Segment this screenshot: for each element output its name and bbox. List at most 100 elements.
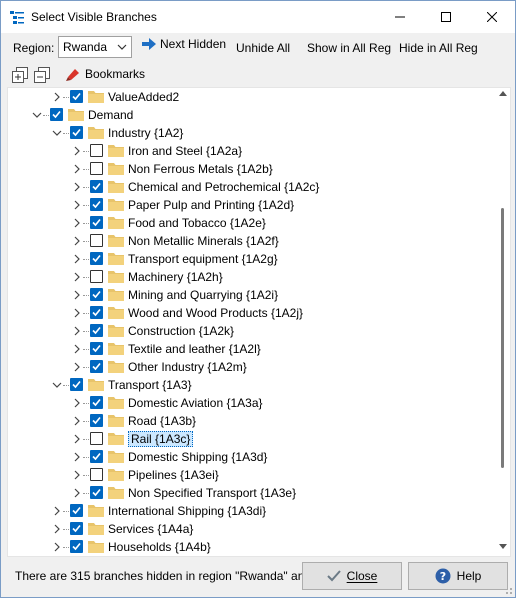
branch-checkbox[interactable] (70, 540, 83, 553)
tree-row[interactable]: ValueAdded2 (8, 88, 498, 106)
expand-arrow-right-icon[interactable] (72, 362, 82, 372)
tree-row[interactable]: Demand (8, 106, 498, 124)
branch-checkbox[interactable] (90, 324, 103, 337)
close-window-button[interactable] (469, 1, 515, 33)
branch-checkbox[interactable] (90, 396, 103, 409)
vertical-scrollbar[interactable] (496, 88, 510, 556)
help-button[interactable]: ? Help (408, 562, 508, 590)
tree-row[interactable]: Domestic Shipping {1A3d} (8, 448, 498, 466)
expand-arrow-right-icon[interactable] (52, 506, 62, 516)
branch-checkbox[interactable] (90, 288, 103, 301)
tree-row[interactable]: Rail {1A3c} (8, 430, 498, 448)
branch-checkbox[interactable] (90, 216, 103, 229)
scrollbar-thumb[interactable] (501, 208, 504, 468)
expand-arrow-right-icon[interactable] (52, 542, 62, 552)
tree-row[interactable]: Households {1A4b} (8, 538, 498, 556)
branch-checkbox[interactable] (70, 126, 83, 139)
branch-checkbox[interactable] (90, 234, 103, 247)
expand-arrow-down-icon[interactable] (52, 380, 62, 390)
branch-checkbox[interactable] (90, 450, 103, 463)
scroll-down-icon[interactable] (499, 544, 507, 550)
branch-checkbox[interactable] (90, 414, 103, 427)
tree-row[interactable]: Non Specified Transport {1A3e} (8, 484, 498, 502)
expand-arrow-down-icon[interactable] (52, 128, 62, 138)
branch-checkbox[interactable] (90, 342, 103, 355)
minimize-button[interactable] (377, 1, 423, 33)
tree-row[interactable]: Road {1A3b} (8, 412, 498, 430)
maximize-button[interactable] (423, 1, 469, 33)
chevron-down-icon (117, 44, 127, 50)
expand-arrow-right-icon[interactable] (72, 344, 82, 354)
branch-checkbox[interactable] (70, 90, 83, 103)
expand-arrow-right-icon[interactable] (72, 308, 82, 318)
expand-arrow-right-icon[interactable] (72, 218, 82, 228)
tree-row[interactable]: Textile and leather {1A2l} (8, 340, 498, 358)
tree-row[interactable]: Construction {1A2k} (8, 322, 498, 340)
branch-checkbox[interactable] (90, 162, 103, 175)
tree-row[interactable]: Pipelines {1A3ei} (8, 466, 498, 484)
expand-arrow-right-icon[interactable] (72, 200, 82, 210)
next-hidden-button[interactable]: Next Hidden (141, 37, 226, 51)
branch-checkbox[interactable] (90, 198, 103, 211)
resize-grip-icon[interactable] (503, 585, 513, 595)
expand-arrow-right-icon[interactable] (72, 488, 82, 498)
tree-row[interactable]: Non Ferrous Metals {1A2b} (8, 160, 498, 178)
tree-row[interactable]: Transport {1A3} (8, 376, 498, 394)
expand-arrow-right-icon[interactable] (72, 146, 82, 156)
branch-checkbox[interactable] (90, 270, 103, 283)
expand-arrow-right-icon[interactable] (72, 452, 82, 462)
tree-row[interactable]: Wood and Wood Products {1A2j} (8, 304, 498, 322)
expand-arrow-right-icon[interactable] (72, 164, 82, 174)
hide-in-all-regions-button[interactable]: Hide in All Reg (399, 41, 478, 55)
tree-row[interactable]: International Shipping {1A3di} (8, 502, 498, 520)
expand-arrow-right-icon[interactable] (52, 524, 62, 534)
tree-row[interactable]: Non Metallic Minerals {1A2f} (8, 232, 498, 250)
region-dropdown[interactable]: Rwanda (58, 36, 132, 58)
tree-row[interactable]: Machinery {1A2h} (8, 268, 498, 286)
show-in-all-regions-button[interactable]: Show in All Reg (307, 41, 391, 55)
branch-checkbox[interactable] (90, 486, 103, 499)
tree-row[interactable]: Other Industry {1A2m} (8, 358, 498, 376)
tree-row[interactable]: Chemical and Petrochemical {1A2c} (8, 178, 498, 196)
branch-tree[interactable]: ValueAdded2 Demand Industry {1A2} Iron and … (7, 87, 511, 557)
tree-row[interactable]: Food and Tobacco {1A2e} (8, 214, 498, 232)
tree-row[interactable]: Transport equipment {1A2g} (8, 250, 498, 268)
branch-checkbox[interactable] (70, 378, 83, 391)
expand-arrow-right-icon[interactable] (72, 434, 82, 444)
branch-checkbox[interactable] (90, 252, 103, 265)
tree-row[interactable]: Mining and Quarrying {1A2i} (8, 286, 498, 304)
branch-checkbox[interactable] (90, 432, 103, 445)
branch-checkbox[interactable] (90, 306, 103, 319)
branch-checkbox[interactable] (90, 468, 103, 481)
branch-checkbox[interactable] (70, 504, 83, 517)
close-button[interactable]: Close (302, 562, 402, 590)
expand-arrow-right-icon[interactable] (72, 398, 82, 408)
expand-arrow-right-icon[interactable] (72, 236, 82, 246)
tree-row[interactable]: Industry {1A2} (8, 124, 498, 142)
expand-arrow-right-icon[interactable] (72, 416, 82, 426)
branch-checkbox[interactable] (90, 180, 103, 193)
expand-arrow-down-icon[interactable] (32, 110, 42, 120)
branch-checkbox[interactable] (50, 108, 63, 121)
branch-checkbox[interactable] (70, 522, 83, 535)
tree-connector (83, 349, 89, 350)
expand-arrow-right-icon[interactable] (52, 92, 62, 102)
expand-all-icon[interactable] (12, 67, 28, 86)
branch-checkbox[interactable] (90, 360, 103, 373)
branch-label: Non Metallic Minerals {1A2f} (128, 234, 279, 248)
tree-row[interactable]: Iron and Steel {1A2a} (8, 142, 498, 160)
expand-arrow-right-icon[interactable] (72, 326, 82, 336)
expand-arrow-right-icon[interactable] (72, 254, 82, 264)
expand-arrow-right-icon[interactable] (72, 272, 82, 282)
collapse-all-icon[interactable] (34, 67, 50, 86)
expand-arrow-right-icon[interactable] (72, 290, 82, 300)
expand-arrow-right-icon[interactable] (72, 182, 82, 192)
tree-row[interactable]: Paper Pulp and Printing {1A2d} (8, 196, 498, 214)
tree-row[interactable]: Services {1A4a} (8, 520, 498, 538)
tree-row[interactable]: Domestic Aviation {1A3a} (8, 394, 498, 412)
branch-checkbox[interactable] (90, 144, 103, 157)
unhide-all-button[interactable]: Unhide All (236, 41, 290, 55)
scroll-up-icon[interactable] (499, 90, 507, 96)
bookmarks-button[interactable]: Bookmarks (65, 67, 145, 81)
expand-arrow-right-icon[interactable] (72, 470, 82, 480)
